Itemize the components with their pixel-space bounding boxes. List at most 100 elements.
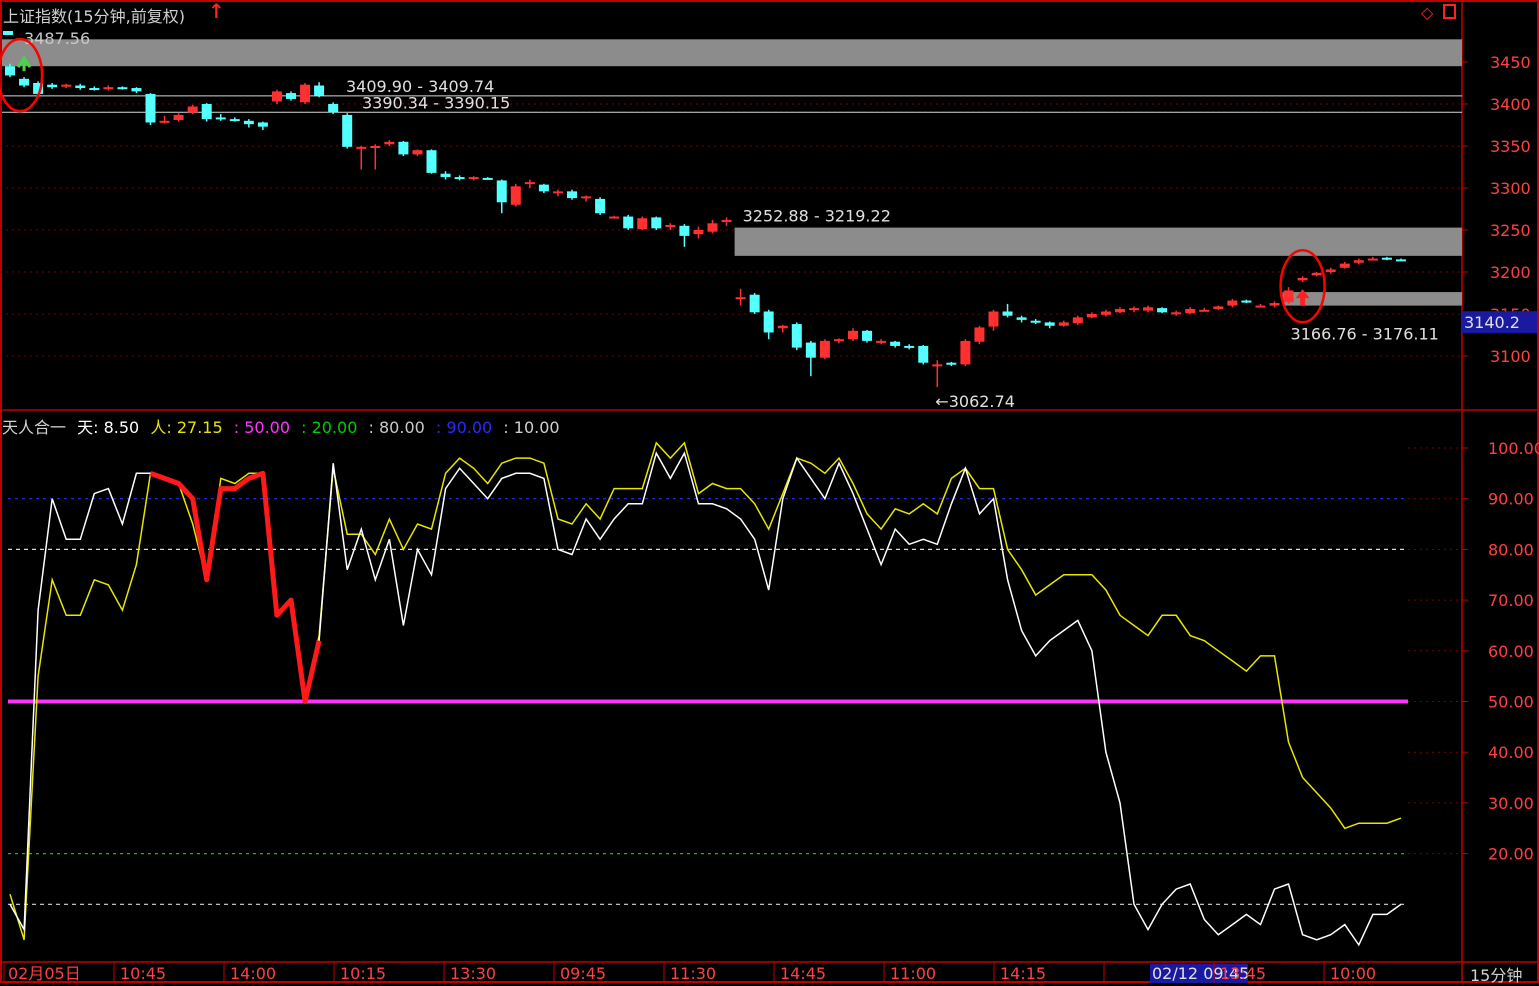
x-tick-label: 02月05日 xyxy=(8,964,81,983)
candle-body xyxy=(314,85,325,96)
level-10-value: 10.00 xyxy=(513,418,560,437)
up-arrow-icon: ↑ xyxy=(208,0,225,23)
candle-body xyxy=(609,216,620,219)
marker-swatch xyxy=(3,31,13,35)
candle-body xyxy=(47,84,58,88)
indicator-tick-label: 60.00 xyxy=(1488,642,1534,661)
candle-body xyxy=(187,106,198,113)
price-tick-label: 3250 xyxy=(1490,221,1531,240)
candle-body xyxy=(1044,322,1055,326)
price-tick-label: 3450 xyxy=(1490,53,1531,72)
candle-body xyxy=(862,330,873,341)
candle-body xyxy=(538,184,549,192)
ren-value: 27.15 xyxy=(176,418,223,437)
diamond-icon[interactable]: ◇ xyxy=(1421,3,1433,22)
indicator-tick-label: 80.00 xyxy=(1488,540,1534,559)
candle-body xyxy=(229,119,240,122)
price-level-label: 3390.34 - 3390.15 xyxy=(362,93,510,112)
candle-body xyxy=(426,150,437,173)
indicator-level-90: : 90.00 xyxy=(435,418,493,437)
candle-body xyxy=(524,182,535,185)
candle-body xyxy=(1353,260,1364,263)
candle-body xyxy=(370,146,381,148)
candle-body xyxy=(876,340,887,343)
indicator-tick-label: 50.00 xyxy=(1488,693,1534,712)
candle-body xyxy=(735,297,746,300)
candle-body xyxy=(581,196,592,199)
candle-body xyxy=(328,104,339,113)
candle-body xyxy=(131,88,142,92)
x-tick-label: 14:15 xyxy=(1000,964,1046,983)
candle-body xyxy=(791,324,802,348)
candle-body xyxy=(637,218,648,230)
candle-body xyxy=(286,93,296,99)
indicator-level-10: : 10.00 xyxy=(503,418,560,437)
x-tick-label: 11:00 xyxy=(890,964,936,983)
low-price-label: ←3062.74 xyxy=(935,392,1015,411)
candle-body xyxy=(1100,311,1111,315)
candle-body xyxy=(1339,263,1350,268)
price-tick-label: 3400 xyxy=(1490,95,1531,114)
candle-body xyxy=(103,87,114,90)
chart-frame xyxy=(0,0,1539,983)
candle-body xyxy=(1030,320,1041,323)
candle-body xyxy=(300,84,311,103)
candle-body xyxy=(1395,259,1406,262)
price-tick-label: 3300 xyxy=(1490,179,1531,198)
candle-body xyxy=(974,327,985,342)
candle-body xyxy=(117,87,128,90)
candle-body xyxy=(552,191,563,194)
candle-body xyxy=(693,230,704,235)
candle-body xyxy=(1213,306,1224,309)
candle-body xyxy=(145,93,156,123)
candle-body xyxy=(932,364,943,367)
candle-body xyxy=(848,330,858,340)
chart-stage: 3100315032003250330033503400345020.0030.… xyxy=(0,0,1539,983)
window-square-icon[interactable] xyxy=(1443,4,1456,19)
candle-body xyxy=(623,216,634,229)
level-50-value: 50.00 xyxy=(244,418,291,437)
candle-body xyxy=(665,224,676,227)
indicator-tick-label: 20.00 xyxy=(1488,845,1534,864)
candle-body xyxy=(398,141,409,155)
candle-body xyxy=(960,340,971,365)
indicator-legend: 天人合一 天: 8.50 人: 27.15 : 50.00 : 20.00 : … xyxy=(2,414,566,438)
x-tick-label: 09:45 xyxy=(560,964,606,983)
candle-body xyxy=(1185,308,1196,314)
candle-body xyxy=(384,141,395,145)
candle-body xyxy=(988,311,999,327)
indicator-level-20: : 20.00 xyxy=(301,418,358,437)
candle-body xyxy=(763,311,774,333)
candle-body xyxy=(468,177,479,180)
candle-body xyxy=(707,223,718,232)
candle-body xyxy=(777,325,788,329)
price-zone xyxy=(734,227,1462,256)
candle-body xyxy=(1311,272,1322,276)
candle-body xyxy=(890,341,901,346)
x-tick-label: 10:00 xyxy=(1330,964,1376,983)
x-tick-label: 14:45 xyxy=(780,964,826,983)
candle-body xyxy=(496,180,507,203)
indicator-tick-label: 100.00 xyxy=(1488,439,1539,458)
candle-body xyxy=(1114,308,1125,313)
series-line-highlight xyxy=(149,470,322,704)
candle-body xyxy=(1297,277,1308,281)
candle-body xyxy=(1269,303,1280,306)
zone-label: 3166.76 - 3176.11 xyxy=(1291,325,1439,344)
candle-body xyxy=(946,362,957,365)
candle-body xyxy=(5,66,15,76)
level-80-value: 80.00 xyxy=(379,418,425,437)
zone-label: 3252.88 - 3219.22 xyxy=(743,207,891,226)
candle-body xyxy=(482,177,493,180)
indicator-tick-label: 30.00 xyxy=(1488,794,1534,813)
candle-body xyxy=(440,173,451,178)
candle-body xyxy=(1227,300,1238,306)
candle-body xyxy=(412,150,423,155)
candle-body xyxy=(19,78,30,86)
candle-body xyxy=(1002,311,1013,316)
candle-body xyxy=(805,342,816,358)
indicator-tick-label: 70.00 xyxy=(1488,591,1534,610)
indicator-level-80: : 80.00 xyxy=(368,418,425,437)
timeframe-label[interactable]: 15分钟 xyxy=(1470,962,1522,986)
price-tag: 3140.2 xyxy=(1464,313,1520,332)
